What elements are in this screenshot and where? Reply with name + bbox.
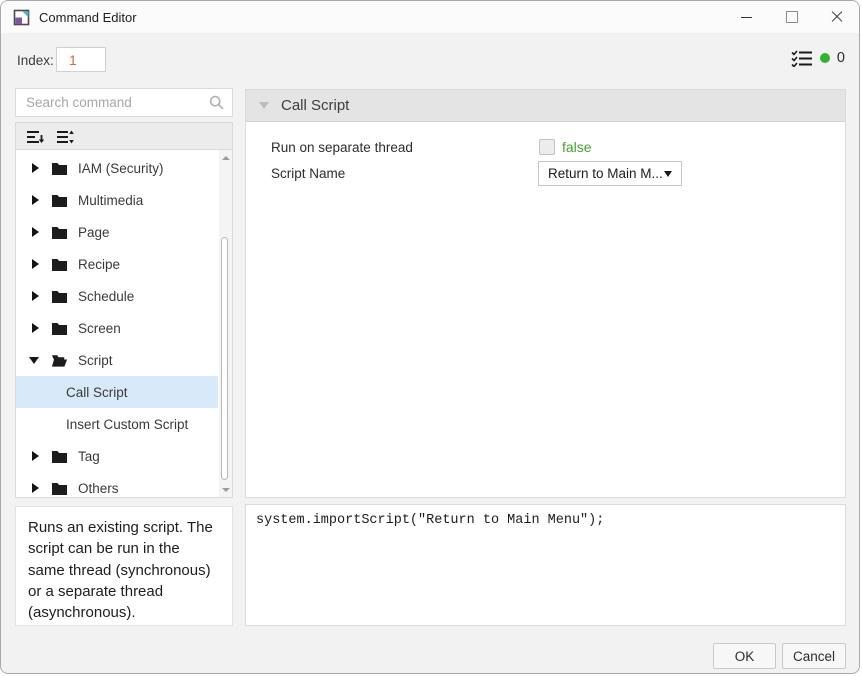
chevron-right-icon[interactable] bbox=[32, 451, 39, 461]
property-panel-title: Call Script bbox=[281, 97, 350, 114]
folder-icon bbox=[51, 289, 68, 304]
close-button[interactable] bbox=[814, 1, 859, 33]
chevron-right-icon[interactable] bbox=[32, 163, 39, 173]
tree-item-label: Others bbox=[78, 480, 119, 496]
minimize-button[interactable] bbox=[724, 1, 769, 33]
tree-item-label: Page bbox=[78, 224, 110, 240]
tree-item-multimedia[interactable]: Multimedia bbox=[16, 184, 218, 216]
window-title: Command Editor bbox=[39, 9, 137, 25]
scroll-down-icon[interactable] bbox=[219, 483, 232, 496]
tree-item-screen[interactable]: Screen bbox=[16, 312, 218, 344]
property-label: Script Name bbox=[271, 165, 346, 181]
tree-item-recipe[interactable]: Recipe bbox=[16, 248, 218, 280]
collapse-caret-icon[interactable] bbox=[259, 102, 269, 109]
script-name-dropdown[interactable]: Return to Main M... bbox=[538, 161, 682, 186]
tree-item-iam-security[interactable]: IAM (Security) bbox=[16, 152, 218, 184]
property-row: Run on separate thread false bbox=[246, 134, 845, 160]
dropdown-value: Return to Main M... bbox=[548, 166, 663, 181]
chevron-right-icon[interactable] bbox=[32, 227, 39, 237]
scrollbar-thumb[interactable] bbox=[221, 237, 228, 480]
search-icon bbox=[209, 95, 224, 110]
folder-icon bbox=[51, 257, 68, 272]
collapse-all-button[interactable] bbox=[25, 128, 45, 145]
expand-all-button[interactable] bbox=[55, 128, 75, 145]
run-on-separate-thread-checkbox[interactable] bbox=[539, 139, 555, 155]
command-description: Runs an existing script. The script can … bbox=[28, 519, 213, 622]
property-label: Run on separate thread bbox=[271, 139, 413, 155]
index-label: Index: bbox=[17, 53, 54, 68]
chevron-right-icon[interactable] bbox=[32, 483, 39, 493]
tree-item-page[interactable]: Page bbox=[16, 216, 218, 248]
folder-icon bbox=[51, 481, 68, 496]
maximize-icon bbox=[785, 11, 798, 23]
dropdown-caret-icon bbox=[664, 170, 672, 177]
chevron-down-icon[interactable] bbox=[29, 356, 39, 364]
chevron-right-icon[interactable] bbox=[32, 259, 39, 269]
command-editor-window: Command Editor Index: 0 bbox=[0, 0, 860, 674]
command-tree: IAM (Security) Multimedia Page Recipe Sc… bbox=[15, 149, 233, 498]
chevron-right-icon[interactable] bbox=[32, 291, 39, 301]
script-code-preview[interactable]: system.importScript("Return to Main Menu… bbox=[245, 504, 846, 626]
command-description-box: Runs an existing script. The script can … bbox=[15, 506, 233, 626]
ok-button[interactable]: OK bbox=[713, 643, 776, 669]
search-input[interactable] bbox=[16, 95, 209, 110]
tree-item-label: Insert Custom Script bbox=[66, 416, 189, 432]
tree-item-label: Recipe bbox=[78, 256, 121, 272]
tree-item-label: Script bbox=[78, 352, 113, 368]
minimize-icon bbox=[741, 16, 752, 18]
search-box bbox=[15, 88, 233, 117]
script-code-text: system.importScript("Return to Main Menu… bbox=[256, 513, 605, 528]
maximize-button[interactable] bbox=[769, 1, 814, 33]
folder-open-icon bbox=[51, 353, 68, 368]
tree-item-label: IAM (Security) bbox=[78, 160, 164, 176]
property-panel: Call Script Run on separate thread false… bbox=[245, 89, 846, 498]
tasklist-icon[interactable] bbox=[791, 49, 813, 67]
tree-scrollbar[interactable] bbox=[219, 150, 232, 497]
folder-icon bbox=[51, 193, 68, 208]
status-dot bbox=[819, 53, 830, 63]
titlebar: Command Editor bbox=[1, 1, 859, 33]
tree-item-tag[interactable]: Tag bbox=[16, 440, 218, 472]
tree-item-script[interactable]: Script bbox=[16, 344, 218, 376]
checkbox-value: false bbox=[562, 139, 592, 155]
folder-icon bbox=[51, 225, 68, 240]
tree-item-call-script[interactable]: Call Script bbox=[16, 376, 218, 408]
tree-item-schedule[interactable]: Schedule bbox=[16, 280, 218, 312]
folder-icon bbox=[51, 449, 68, 464]
close-icon bbox=[831, 11, 843, 23]
tree-item-label: Screen bbox=[78, 320, 121, 336]
property-row: Script Name Return to Main M... bbox=[246, 160, 845, 186]
tree-item-others[interactable]: Others bbox=[16, 472, 218, 497]
folder-icon bbox=[51, 161, 68, 176]
folder-icon bbox=[51, 321, 68, 336]
tree-item-label: Multimedia bbox=[78, 192, 144, 208]
cancel-button[interactable]: Cancel bbox=[782, 643, 846, 669]
index-input[interactable] bbox=[56, 47, 106, 72]
property-panel-header[interactable]: Call Script bbox=[246, 90, 845, 122]
tree-item-label: Call Script bbox=[66, 384, 128, 400]
chevron-right-icon[interactable] bbox=[32, 195, 39, 205]
tree-item-insert-custom-script[interactable]: Insert Custom Script bbox=[16, 408, 218, 440]
tree-toolbar bbox=[15, 122, 233, 150]
tree-item-label: Tag bbox=[78, 448, 100, 464]
app-logo-icon bbox=[13, 9, 30, 26]
status-count: 0 bbox=[836, 50, 845, 66]
status-cluster: 0 bbox=[791, 49, 845, 67]
tree-item-label: Schedule bbox=[78, 288, 135, 304]
chevron-right-icon[interactable] bbox=[32, 323, 39, 333]
scroll-up-icon[interactable] bbox=[219, 151, 232, 164]
